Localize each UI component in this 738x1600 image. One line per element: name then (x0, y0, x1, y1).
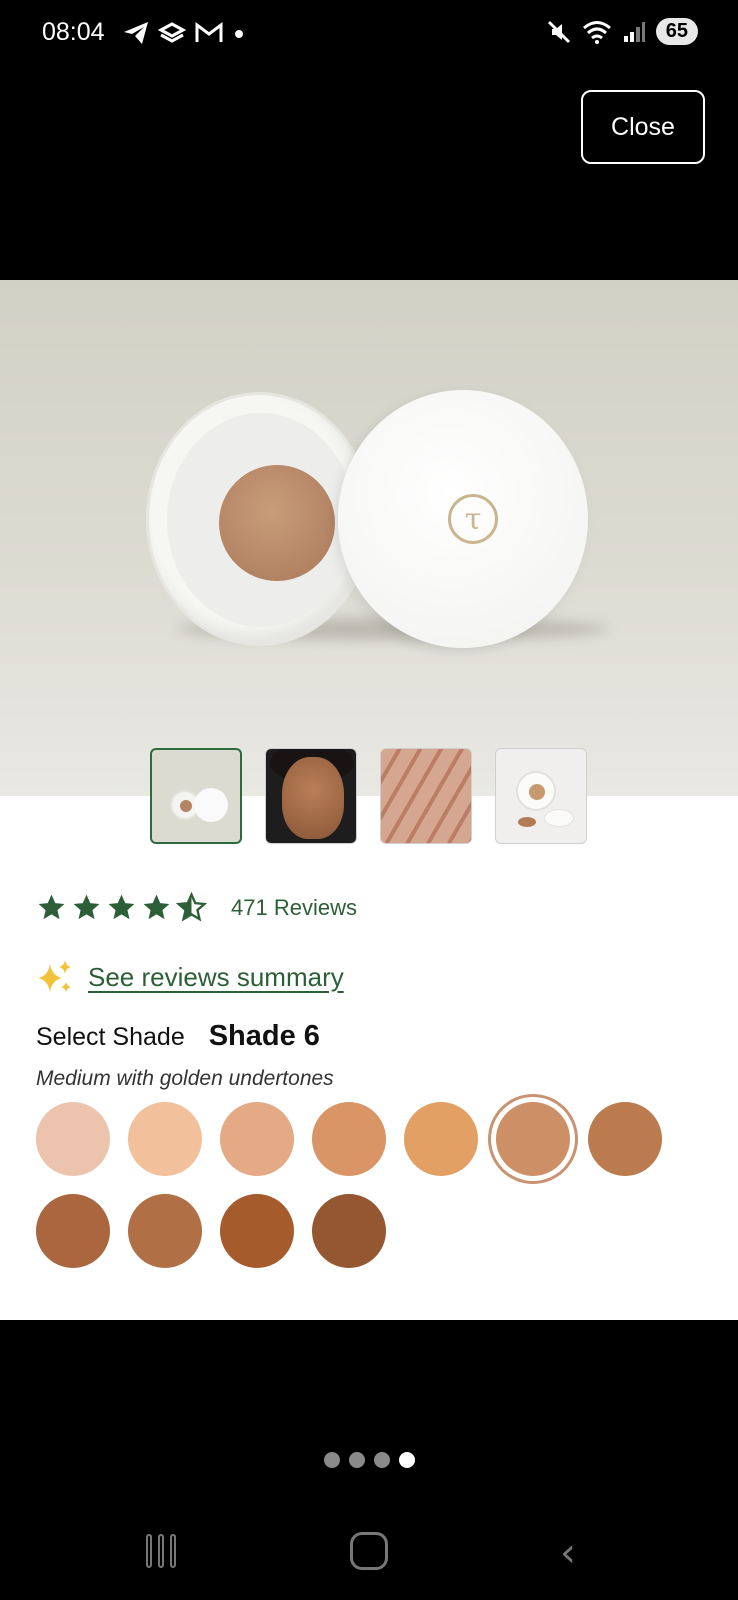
shade-swatch[interactable] (36, 1194, 110, 1268)
thumb-spill (518, 817, 536, 827)
star-full-icon (73, 894, 100, 920)
shade-swatch[interactable] (404, 1102, 478, 1176)
dot-icon (235, 30, 243, 38)
selected-shade-name: Shade 6 (208, 1020, 320, 1052)
shade-header: Select Shade Shade 6 (36, 1020, 320, 1053)
thumb-face (282, 757, 344, 839)
shade-swatch[interactable] (220, 1194, 294, 1268)
page-dot[interactable] (399, 1452, 415, 1468)
close-button[interactable]: Close (581, 90, 705, 164)
notification-icons (122, 20, 246, 46)
shade-swatch[interactable] (128, 1102, 202, 1176)
shade-swatch[interactable] (312, 1194, 386, 1268)
page-indicator (324, 1452, 415, 1468)
sparkle-icon (38, 960, 71, 992)
thumbnail-strip (150, 748, 587, 844)
recent-apps-button[interactable] (146, 1534, 176, 1568)
thumbnail-product-spilled[interactable] (495, 748, 587, 844)
shade-swatch[interactable] (36, 1102, 110, 1176)
shade-swatch[interactable] (496, 1102, 570, 1176)
status-time: 08:04 (42, 18, 105, 46)
thumb-lid (544, 809, 574, 827)
reviews-summary-row[interactable]: See reviews summary (36, 958, 344, 996)
home-button[interactable] (350, 1532, 388, 1570)
shade-swatch[interactable] (128, 1194, 202, 1268)
powder-sifter (219, 465, 335, 581)
system-icons: 65 (546, 18, 698, 45)
star-full-icon (143, 894, 170, 920)
page-dot[interactable] (349, 1452, 365, 1468)
shade-swatch[interactable] (312, 1102, 386, 1176)
star-rating (36, 892, 207, 923)
thumbnail-product-jars[interactable] (150, 748, 242, 844)
recent-bar (170, 1534, 176, 1568)
recent-bar (146, 1534, 152, 1568)
rating-row[interactable]: 471 Reviews (36, 892, 357, 923)
system-nav-bar: ‹ (0, 1520, 738, 1590)
page-dot[interactable] (324, 1452, 340, 1468)
select-shade-label: Select Shade (36, 1023, 185, 1051)
back-button[interactable]: ‹ (560, 1530, 576, 1576)
gmail-icon (195, 22, 223, 42)
star-full-icon (38, 894, 65, 920)
shade-description: Medium with golden undertones (36, 1067, 334, 1090)
recent-bar (158, 1534, 164, 1568)
shade-swatch[interactable] (588, 1102, 662, 1176)
star-full-icon (108, 894, 135, 920)
thumb-jar (516, 771, 556, 811)
page-dot[interactable] (374, 1452, 390, 1468)
product-hero-image[interactable]: τ (0, 280, 738, 796)
signal-icon (623, 21, 645, 42)
brand-logo-icon: τ (448, 494, 498, 544)
reviews-count-link[interactable]: 471 Reviews (231, 895, 357, 921)
thumbnail-model-face[interactable] (265, 748, 357, 844)
see-reviews-summary-link[interactable]: See reviews summary (88, 962, 344, 993)
shade-swatch[interactable] (220, 1102, 294, 1176)
star-half-icon (176, 892, 207, 922)
wifi-icon (582, 20, 611, 44)
thumbnail-powder-texture[interactable] (380, 748, 472, 844)
stack-icon (158, 22, 186, 43)
battery-indicator: 65 (655, 18, 698, 45)
mute-icon (547, 20, 570, 43)
telegram-icon (124, 22, 148, 44)
status-bar: 08:04 65 (0, 0, 738, 70)
thumb-lid (194, 788, 228, 822)
product-sheet: τ 471 Reviews See reviews summary Select… (0, 280, 738, 1320)
